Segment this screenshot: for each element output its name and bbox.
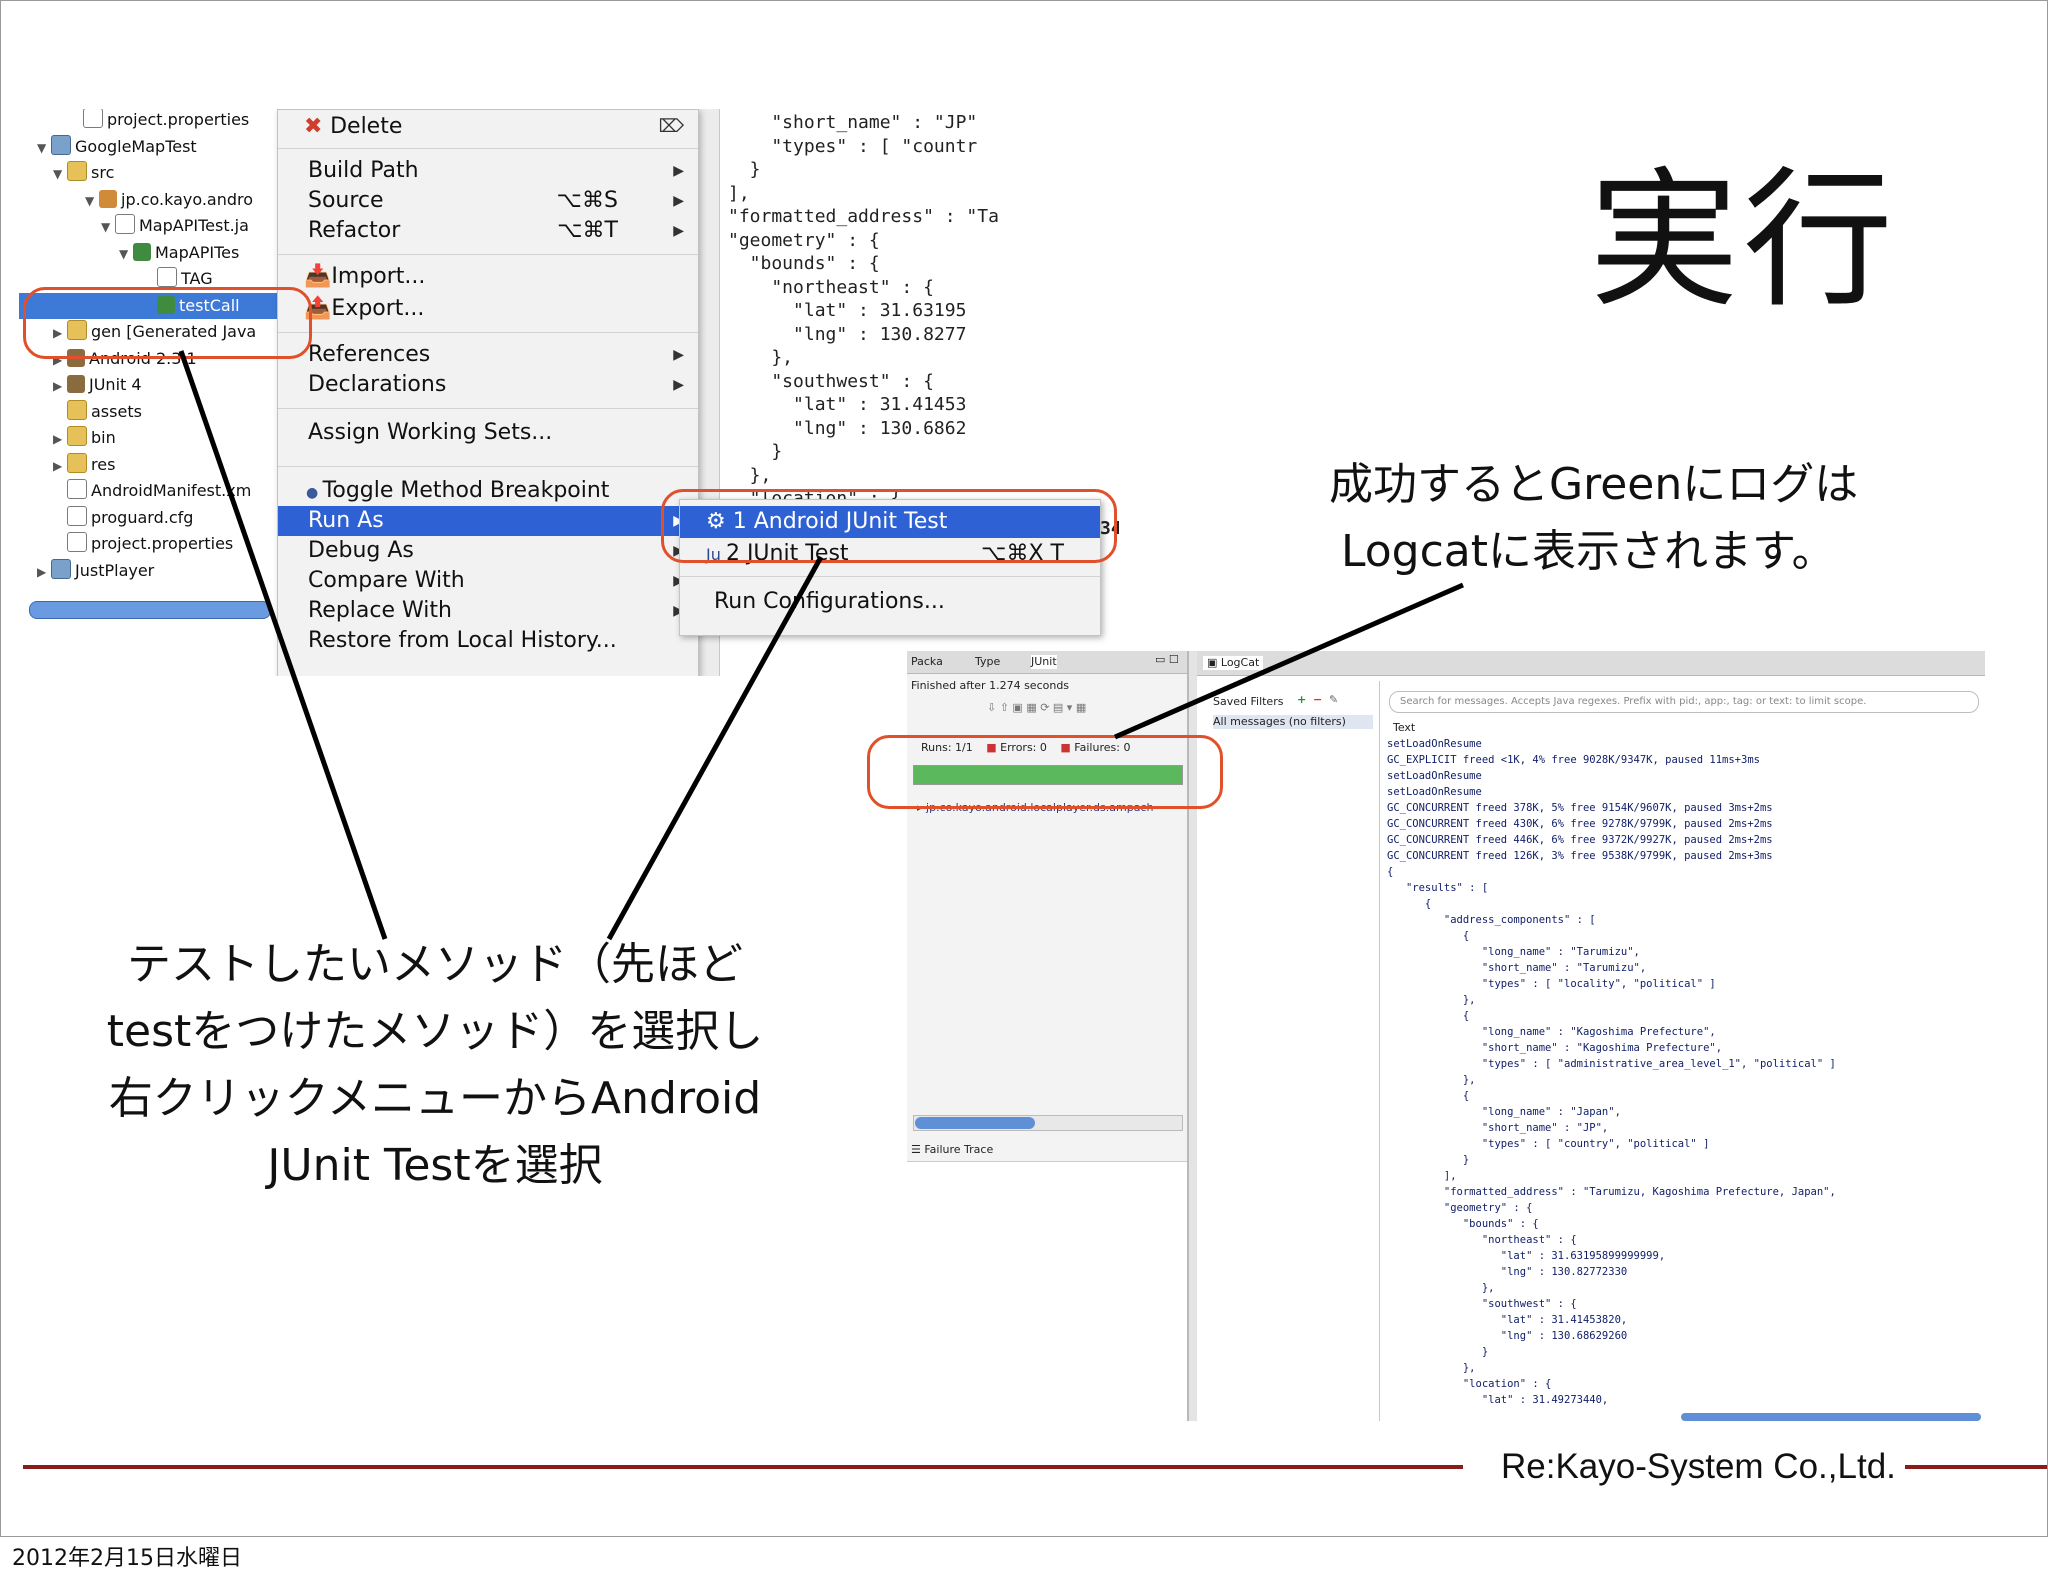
footer-rule-right: [1905, 1465, 2047, 1469]
slide-date: 2012年2月15日水曜日: [12, 1546, 242, 1571]
footer-rule-left: [23, 1465, 1463, 1469]
note-instructions: テストしたいメソッド（先ほど testをつけたメソッド）を選択し 右クリックメニ…: [106, 939, 764, 1191]
slide: 実行 project.properties ▼ GoogleMapTest ▼ src ▼…: [0, 0, 2048, 1537]
annotation-lines: [178, 350, 1465, 941]
company-brand: Re:Kayo-System Co.,Ltd.: [1501, 1447, 1896, 1486]
note-success: 成功するとGreenにログは Logcatに表示されます。: [1329, 459, 1859, 577]
